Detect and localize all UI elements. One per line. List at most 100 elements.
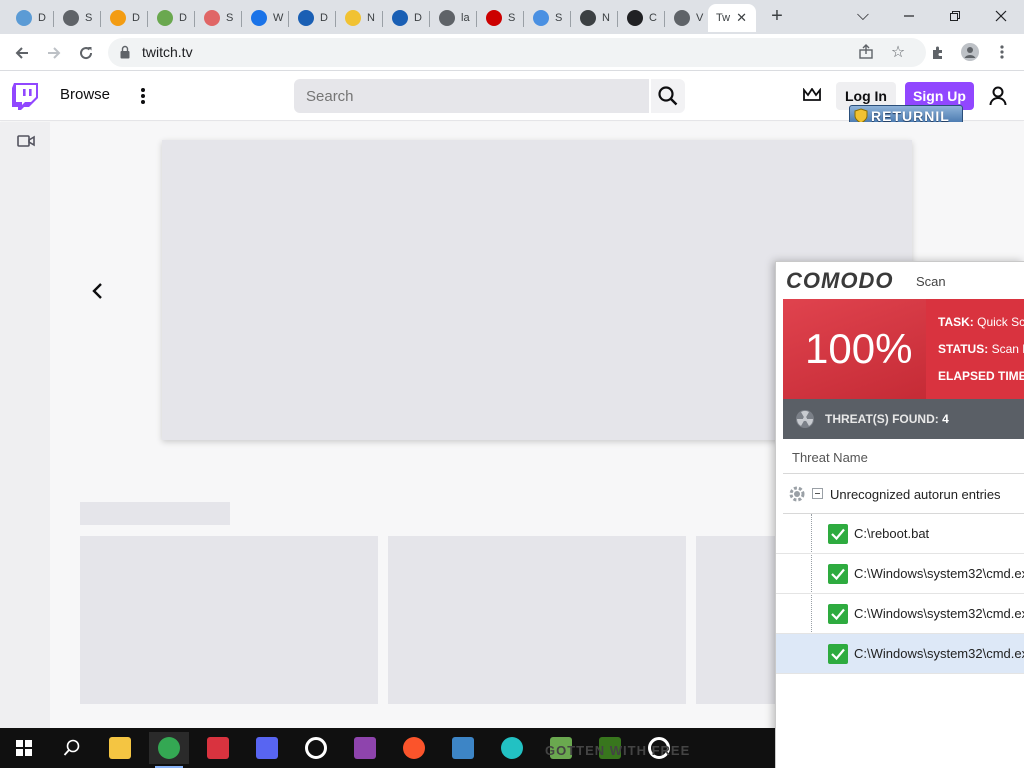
status-value: Scan F bbox=[991, 342, 1024, 356]
tab-separator bbox=[382, 11, 383, 27]
back-button[interactable] bbox=[10, 41, 34, 65]
tab-label: la bbox=[461, 12, 470, 24]
threat-table-header[interactable]: Threat Name bbox=[783, 439, 1024, 474]
colorwheel-icon bbox=[501, 737, 523, 759]
globe-dark-icon bbox=[439, 10, 455, 26]
crown-icon[interactable] bbox=[803, 87, 821, 107]
browser-tab[interactable]: C bbox=[619, 4, 665, 32]
new-tab-button[interactable]: + bbox=[766, 6, 788, 28]
taskbar-app[interactable] bbox=[247, 732, 287, 764]
threat-path: C:\reboot.bat bbox=[854, 526, 930, 541]
browser-tab[interactable]: D bbox=[8, 4, 54, 32]
comodo-scan-window[interactable]: COMODO Scan 100% TASK: Quick Sc STATUS: … bbox=[775, 261, 1024, 768]
tab-label: S bbox=[226, 12, 234, 24]
browser-tab[interactable]: D bbox=[102, 4, 148, 32]
threat-path: C:\Windows\system32\cmd.ex bbox=[854, 566, 1024, 581]
tab-separator bbox=[335, 11, 336, 27]
taskbar-app[interactable] bbox=[345, 732, 385, 764]
browser-tab[interactable]: D bbox=[384, 4, 430, 32]
browser-tab[interactable]: N bbox=[337, 4, 383, 32]
profile-avatar-icon[interactable] bbox=[960, 42, 980, 62]
taskbar-app[interactable] bbox=[394, 732, 434, 764]
video-camera-icon[interactable] bbox=[17, 134, 35, 153]
browser-tab[interactable]: N bbox=[572, 4, 618, 32]
tab-label: N bbox=[367, 12, 375, 24]
active-tab[interactable]: Tw ✕ bbox=[708, 4, 756, 32]
search-button[interactable] bbox=[651, 79, 685, 113]
taskbar-app[interactable] bbox=[100, 732, 140, 764]
checkbox-checked-icon[interactable] bbox=[828, 564, 848, 584]
threats-count: 4 bbox=[942, 412, 949, 426]
search-input[interactable] bbox=[294, 79, 649, 113]
github-icon bbox=[580, 10, 596, 26]
browser-tab[interactable]: W bbox=[243, 4, 289, 32]
browser-tab[interactable]: D bbox=[149, 4, 195, 32]
scan-percent: 100% bbox=[805, 325, 913, 372]
start-button[interactable] bbox=[4, 732, 44, 764]
twitch-logo-icon[interactable] bbox=[12, 83, 38, 115]
user-icon[interactable] bbox=[989, 86, 1007, 111]
forward-button[interactable] bbox=[42, 41, 66, 65]
winrar-icon bbox=[354, 737, 376, 759]
maximize-button[interactable] bbox=[932, 4, 978, 28]
browse-link[interactable]: Browse bbox=[60, 86, 110, 103]
browser-tab[interactable]: S bbox=[55, 4, 101, 32]
address-bar[interactable]: twitch.tv ☆ bbox=[108, 38, 926, 67]
tab-label: V bbox=[696, 12, 704, 24]
threat-row[interactable]: C:\reboot.bat bbox=[776, 514, 1024, 554]
status-line: STATUS: Scan F bbox=[938, 342, 1024, 356]
taskbar-app[interactable] bbox=[149, 732, 189, 768]
browser-tab[interactable]: S bbox=[478, 4, 524, 32]
threat-row-selected[interactable]: C:\Windows\system32\cmd.ex bbox=[776, 634, 1024, 674]
close-icon[interactable]: ✕ bbox=[736, 10, 747, 26]
checkbox-checked-icon[interactable] bbox=[828, 604, 848, 624]
threat-path: C:\Windows\system32\cmd.ex bbox=[854, 606, 1024, 621]
browser-tab[interactable]: S bbox=[525, 4, 571, 32]
task-label: TASK: bbox=[938, 315, 974, 329]
threat-row[interactable]: C:\Windows\system32\cmd.ex bbox=[776, 554, 1024, 594]
tab-separator bbox=[100, 11, 101, 27]
checkbox-checked-icon[interactable] bbox=[828, 644, 848, 664]
comodo-window-title: Scan bbox=[916, 274, 946, 289]
elapsed-line: ELAPSED TIME bbox=[938, 369, 1024, 383]
more-options-icon[interactable] bbox=[140, 87, 146, 110]
reload-button[interactable] bbox=[74, 41, 98, 65]
active-tab-label: Tw bbox=[716, 12, 731, 24]
threat-row[interactable]: C:\Windows\system32\cmd.ex bbox=[776, 594, 1024, 634]
lock-icon[interactable] bbox=[120, 45, 130, 59]
collapse-toggle-icon[interactable] bbox=[812, 488, 823, 499]
comodo-icon bbox=[207, 737, 229, 759]
taskbar-search-button[interactable] bbox=[52, 732, 92, 764]
network-blue-icon bbox=[298, 10, 314, 26]
minimize-button[interactable] bbox=[886, 4, 932, 28]
taskbar-app[interactable] bbox=[492, 732, 532, 764]
bookmark-star-icon[interactable]: ☆ bbox=[888, 42, 908, 62]
extensions-icon[interactable] bbox=[928, 42, 948, 62]
browser-tab[interactable]: S bbox=[196, 4, 242, 32]
taskbar-app[interactable] bbox=[296, 732, 336, 764]
browser-tab[interactable]: la bbox=[431, 4, 477, 32]
browser-tab[interactable]: D bbox=[290, 4, 336, 32]
carousel-prev-icon[interactable] bbox=[90, 282, 104, 305]
search-field[interactable] bbox=[294, 79, 649, 113]
chrome-icon bbox=[158, 737, 180, 759]
browser-toolbar: twitch.tv ☆ bbox=[0, 34, 1024, 71]
card-placeholder bbox=[388, 536, 686, 704]
checkbox-checked-icon[interactable] bbox=[828, 524, 848, 544]
share-icon[interactable] bbox=[856, 42, 876, 62]
taskbar-app[interactable] bbox=[443, 732, 483, 764]
threat-path: C:\Windows\system32\cmd.ex bbox=[854, 646, 1024, 661]
globe-dark-icon bbox=[674, 10, 690, 26]
threat-group-row[interactable]: Unrecognized autorun entries bbox=[783, 474, 1024, 514]
close-window-button[interactable] bbox=[978, 4, 1024, 28]
side-rail bbox=[0, 122, 50, 728]
tab-search-chevron-icon[interactable]: ⌵ bbox=[840, 4, 886, 28]
tab-label: S bbox=[555, 12, 563, 24]
url-text[interactable]: twitch.tv bbox=[142, 44, 193, 60]
tab-separator bbox=[570, 11, 571, 27]
taskbar-app[interactable] bbox=[198, 732, 238, 764]
browser-menu-icon[interactable] bbox=[992, 42, 1012, 62]
column-threat-name[interactable]: Threat Name bbox=[792, 450, 868, 465]
tab-separator bbox=[664, 11, 665, 27]
browser-tab[interactable]: V bbox=[666, 4, 712, 32]
